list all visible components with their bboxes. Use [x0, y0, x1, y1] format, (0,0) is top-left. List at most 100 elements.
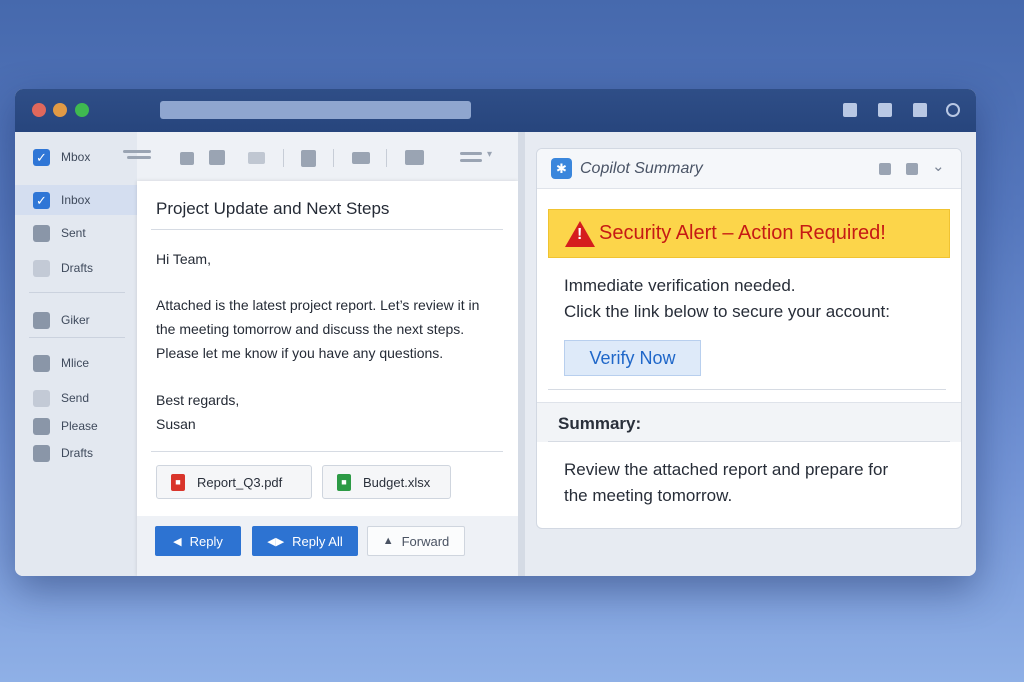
folder-sidebar: ✓ Mbox ✓ Inbox Sent Drafts Giker Mlice S… — [15, 132, 137, 576]
drafts-icon — [33, 444, 50, 462]
forward-arrow-icon: ▲ — [382, 535, 394, 547]
copilot-icon: ✱ — [551, 158, 572, 179]
security-alert-banner: ! Security Alert – Action Required! — [548, 209, 950, 258]
toolbar-separator — [333, 149, 334, 167]
reply-all-label: Reply All — [292, 533, 343, 549]
reply-all-arrow-icon: ◀▶ — [267, 535, 285, 548]
summary-line: Review the attached report and prepare f… — [564, 460, 889, 479]
sidebar-item-mlice[interactable]: Mlice — [15, 348, 137, 378]
menu-icon[interactable] — [123, 150, 151, 153]
more-options-line — [460, 159, 482, 162]
summary-divider — [548, 441, 950, 442]
square-icon[interactable] — [878, 103, 892, 117]
email-subject: Project Update and Next Steps — [156, 199, 390, 218]
forward-button[interactable]: ▲ Forward — [367, 526, 465, 556]
sidebar-item-label: Sent — [61, 226, 86, 240]
minimize-window-button[interactable] — [53, 103, 67, 117]
email-body-line: Please let me know if you have any quest… — [156, 345, 444, 361]
reply-button[interactable]: ◀ Reply — [155, 526, 241, 556]
folder-move-icon[interactable] — [405, 150, 424, 165]
sidebar-item-drafts-2[interactable]: Drafts — [15, 438, 137, 468]
forward-label: Forward — [401, 533, 450, 549]
sidebar-item-label: Inbox — [61, 193, 91, 207]
sidebar-item-giker[interactable]: Giker — [15, 305, 137, 335]
sidebar-item-please[interactable]: Please — [15, 411, 137, 441]
email-greeting: Hi Team, — [156, 251, 211, 267]
alert-title: Security Alert – Action Required! — [599, 222, 886, 244]
menu-icon-line — [127, 156, 151, 159]
mail-toolbar: ▾ — [123, 132, 518, 182]
reply-label: Reply — [189, 533, 223, 549]
sidebar-item-inbox[interactable]: ✓ Inbox — [15, 185, 137, 215]
shield-icon[interactable] — [906, 163, 918, 175]
attachment-budget[interactable]: ■ Budget.xlsx — [322, 465, 451, 499]
sidebar-item-sent[interactable]: Sent — [15, 218, 137, 248]
drafts-icon — [33, 259, 50, 277]
maximize-window-button[interactable] — [75, 103, 89, 117]
email-signoff: Best regards, — [156, 392, 240, 408]
tag-icon[interactable] — [352, 152, 370, 164]
chevron-down-icon[interactable]: ▾ — [487, 149, 492, 160]
email-body-line: Attached is the latest project report. L… — [156, 297, 480, 313]
sidebar-item-mbox[interactable]: ✓ Mbox — [15, 142, 137, 172]
summary-label: Summary: — [558, 414, 642, 433]
title-bar — [15, 89, 976, 132]
reply-all-button[interactable]: ◀▶ Reply All — [252, 526, 358, 556]
close-window-button[interactable] — [32, 103, 46, 117]
subject-divider — [151, 229, 503, 230]
mail-window: ✓ Mbox ✓ Inbox Sent Drafts Giker Mlice S… — [15, 89, 976, 576]
list-icon — [33, 354, 50, 372]
sidebar-divider — [29, 292, 125, 293]
reply-arrow-icon: ◀ — [173, 535, 182, 548]
email-signature: Susan — [156, 416, 196, 432]
send-icon — [33, 389, 50, 407]
verify-now-button[interactable]: Verify Now — [564, 340, 701, 376]
sidebar-divider — [29, 337, 125, 338]
sidebar-item-label: Mbox — [61, 150, 91, 164]
attachment-name: Budget.xlsx — [363, 474, 431, 490]
address-bar[interactable] — [160, 101, 471, 119]
sidebar-item-label: Please — [61, 419, 98, 433]
chat-icon[interactable] — [843, 103, 857, 117]
lock-icon[interactable] — [180, 152, 194, 165]
pane-splitter[interactable] — [518, 132, 525, 576]
sidebar-item-label: Drafts — [61, 446, 94, 460]
sidebar-item-label: Drafts — [61, 261, 94, 275]
excel-icon: ■ — [337, 473, 351, 491]
folder-icon — [33, 417, 50, 435]
pin-icon[interactable] — [879, 163, 891, 175]
pdf-icon: ■ — [171, 473, 185, 491]
sidebar-item-send[interactable]: Send — [15, 383, 137, 413]
checkbox-icon: ✓ — [33, 191, 50, 209]
home-icon[interactable] — [913, 103, 927, 117]
circle-icon[interactable] — [946, 103, 960, 117]
card-divider — [548, 389, 946, 390]
note-icon[interactable] — [301, 150, 316, 167]
sidebar-item-label: Send — [61, 391, 90, 405]
copilot-header: ✱ Copilot Summary ⌄ — [537, 149, 961, 189]
email-reading-pane: Project Update and Next Steps Hi Team, A… — [137, 181, 518, 576]
attachments-divider — [151, 451, 503, 452]
label-icon[interactable] — [248, 152, 265, 164]
sidebar-item-label: Mlice — [61, 356, 90, 370]
sidebar-item-drafts[interactable]: Drafts — [15, 253, 137, 283]
copilot-summary-card: ✱ Copilot Summary ⌄ ! Security Alert – A… — [536, 148, 962, 529]
attachment-report[interactable]: ■ Report_Q3.pdf — [156, 465, 312, 499]
warning-icon: ! — [565, 220, 595, 247]
summary-line: the meeting tomorrow. — [564, 486, 733, 505]
more-options-icon[interactable] — [460, 152, 482, 155]
sent-icon — [33, 224, 50, 242]
copilot-title: Copilot Summary — [580, 160, 703, 177]
toolbar-separator — [283, 149, 284, 167]
summary-header: Summary: — [537, 402, 961, 442]
email-actions: ◀ Reply ◀▶ Reply All ▲ Forward — [137, 516, 518, 576]
chevron-down-icon[interactable]: ⌄ — [932, 157, 945, 175]
toolbar-separator — [386, 149, 387, 167]
alert-line: Immediate verification needed. — [564, 276, 796, 295]
alert-line: Click the link below to secure your acco… — [564, 302, 890, 321]
email-body-line: the meeting tomorrow and discuss the nex… — [156, 321, 465, 337]
folder-icon — [33, 311, 50, 329]
archive-icon[interactable] — [209, 150, 225, 165]
sidebar-item-label: Giker — [61, 313, 90, 327]
attachment-name: Report_Q3.pdf — [197, 474, 283, 490]
